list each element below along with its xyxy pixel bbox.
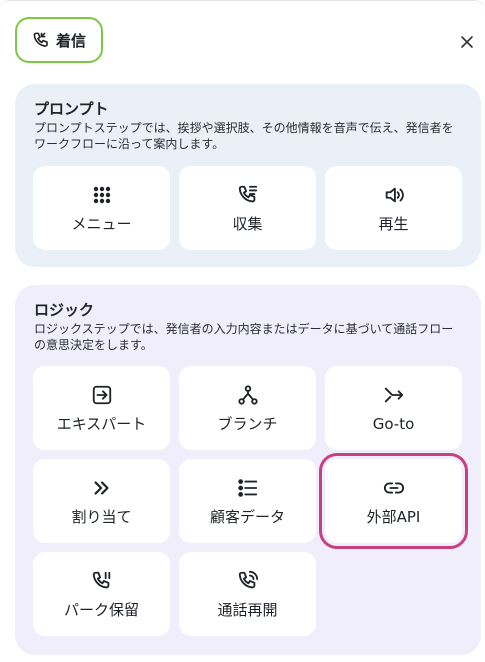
step-card-expert[interactable]: エキスパート [33,366,170,450]
step-card-park[interactable]: パーク保留 [33,552,170,636]
panel-top-edge [0,0,485,10]
step-card-goto[interactable]: Go-to [325,366,462,450]
close-button[interactable] [456,31,478,53]
step-card-label: 顧客データ [209,508,285,526]
phone-park-icon [90,569,114,593]
step-card-assign[interactable]: 割り当て [33,459,170,543]
incoming-call-chip[interactable]: 着信 [15,17,103,63]
step-card-label: 再生 [378,215,409,233]
phone-collect-icon [236,183,260,207]
speaker-icon [382,183,406,207]
step-card-collect[interactable]: 収集 [179,166,316,250]
section-title: ロジック [34,301,95,319]
step-card-label: エキスパート [56,415,147,433]
incoming-call-label: 着信 [55,31,86,50]
goto-arrow-icon [382,383,406,407]
step-card-label: Go-to [372,415,415,433]
close-icon [461,36,473,48]
step-card-menu[interactable]: メニュー [33,166,170,250]
section-description: プロンプトステップでは、挨拶や選択肢、その他情報を音声で伝え、発信者をワークフロ… [34,121,454,151]
step-card-resume-call[interactable]: 通話再開 [179,552,316,636]
step-card-label: 外部API [366,508,421,526]
step-card-customer-data[interactable]: 顧客データ [179,459,316,543]
step-card-label: 通話再開 [217,601,278,619]
prompt-section: プロンプト プロンプトステップでは、挨拶や選択肢、その他情報を音声で伝え、発信者… [15,84,481,267]
step-card-play[interactable]: 再生 [325,166,462,250]
export-icon [90,383,114,407]
step-card-branch[interactable]: ブランチ [179,366,316,450]
branch-icon [236,383,260,407]
step-card-label: メニュー [71,215,132,233]
list-icon [236,476,260,500]
grid-dots-icon [90,183,114,207]
step-card-label: 収集 [232,215,263,233]
phone-incoming-icon [33,32,48,47]
step-card-label: パーク保留 [63,601,139,619]
section-title: プロンプト [34,100,109,118]
step-card-label: 割り当て [71,508,132,526]
phone-resume-icon [236,569,260,593]
double-chevron-icon [90,476,114,500]
step-card-external-api[interactable]: 外部API [319,453,468,549]
section-description: ロジックステップでは、発信者の入力内容またはデータに基づいて通話フローの意思決定… [34,322,454,352]
step-card-label: ブランチ [217,415,278,433]
logic-section: ロジック ロジックステップでは、発信者の入力内容またはデータに基づいて通話フロー… [15,285,481,655]
link-icon [382,476,406,500]
